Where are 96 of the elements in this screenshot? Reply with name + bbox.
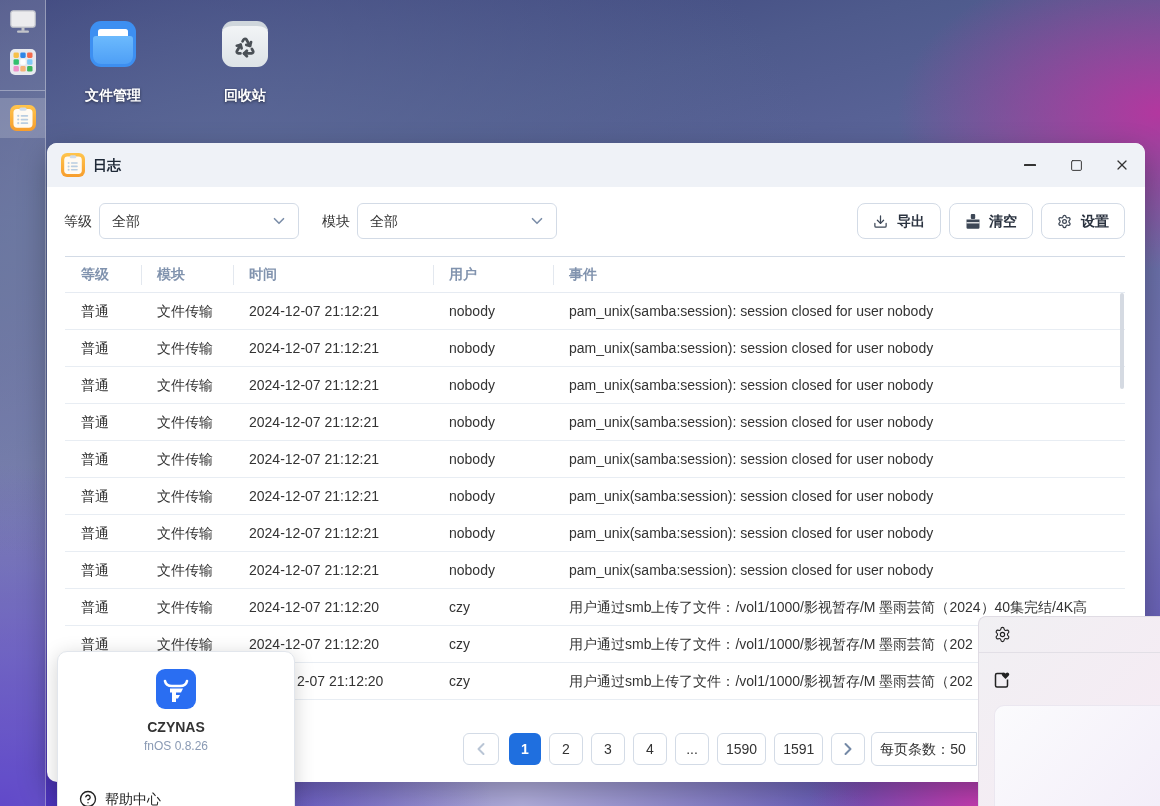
time-cell: 2024-12-07 21:12:20 <box>249 599 379 615</box>
page-button[interactable]: ... <box>675 733 709 765</box>
user-cell: nobody <box>449 525 495 541</box>
event-cell: 用户通过smb上传了文件：/vol1/1000/影视暂存/M 墨雨芸简（202 <box>569 673 973 689</box>
time-cell: 2024-12-07 21:12:21 <box>249 340 379 356</box>
user-cell: nobody <box>449 377 495 393</box>
page-button[interactable]: 3 <box>591 733 625 765</box>
device-name: CZYNAS <box>147 718 205 736</box>
page-button[interactable]: 1590 <box>717 733 767 765</box>
module-cell: 文件传输 <box>157 488 213 504</box>
level-cell: 普通 <box>81 303 109 319</box>
time-cell: 2024-12-07 21:12:21 <box>249 488 379 504</box>
user-cell: czy <box>449 636 470 652</box>
folder-icon[interactable] <box>90 21 136 67</box>
download-icon <box>873 213 888 229</box>
page-button[interactable]: 4 <box>633 733 667 765</box>
column-header: 事件 <box>569 265 597 284</box>
menu-item[interactable]: 帮助中心 <box>58 790 294 806</box>
level-cell: 普通 <box>81 340 109 356</box>
column-header: 用户 <box>449 265 477 284</box>
event-cell: 用户通过smb上传了文件：/vol1/1000/影视暂存/M 墨雨芸简（202 <box>569 636 973 652</box>
module-cell: 文件传输 <box>157 340 213 356</box>
level-cell: 普通 <box>81 562 109 578</box>
column-header: 等级 <box>81 265 109 284</box>
filter-label: 模块 <box>322 211 350 231</box>
clipboard-app-icon <box>61 153 85 177</box>
minimize-icon <box>1024 164 1036 166</box>
help-icon <box>79 790 97 806</box>
level-cell: 普通 <box>81 525 109 541</box>
user-cell: nobody <box>449 340 495 356</box>
time-cell: 2024-12-07 21:12:21 <box>249 525 379 541</box>
monitor-icon[interactable] <box>9 10 36 34</box>
time-cell: 2024-12-07 21:12:20 <box>249 636 379 652</box>
user-cell: nobody <box>449 303 495 319</box>
page-size-select[interactable]: 每页条数：50 <box>871 732 978 766</box>
user-cell: nobody <box>449 562 495 578</box>
level-cell: 普通 <box>81 451 109 467</box>
brush-icon <box>965 213 980 229</box>
filter-select[interactable]: 全部 <box>99 203 299 239</box>
time-cell: 2-07 21:12:20 <box>297 673 384 689</box>
module-cell: 文件传输 <box>157 451 213 467</box>
time-cell: 2024-12-07 21:12:21 <box>249 303 379 319</box>
event-cell: pam_unix(samba:session): session closed for user nobody <box>569 562 934 578</box>
heart-note-icon[interactable] <box>994 670 1010 688</box>
level-cell: 普通 <box>81 636 109 652</box>
module-cell: 文件传输 <box>157 599 213 615</box>
event-cell: pam_unix(samba:session): session closed for user nobody <box>569 340 934 356</box>
clipboard-app-icon[interactable] <box>9 105 36 131</box>
event-cell: pam_unix(samba:session): session closed for user nobody <box>569 525 934 541</box>
module-cell: 文件传输 <box>157 414 213 430</box>
page-button[interactable]: 1591 <box>774 733 824 765</box>
event-cell: pam_unix(samba:session): session closed for user nobody <box>569 488 934 504</box>
maximize-icon <box>1069 158 1083 172</box>
time-cell: 2024-12-07 21:12:21 <box>249 562 379 578</box>
column-header: 模块 <box>157 265 185 284</box>
level-cell: 普通 <box>81 488 109 504</box>
event-cell: pam_unix(samba:session): session closed for user nobody <box>569 377 934 393</box>
event-cell: pam_unix(samba:session): session closed for user nobody <box>569 451 934 467</box>
level-cell: 普通 <box>81 377 109 393</box>
time-cell: 2024-12-07 21:12:21 <box>249 451 379 467</box>
time-cell: 2024-12-07 21:12:21 <box>249 377 379 393</box>
user-cell: czy <box>449 673 470 689</box>
settings-icon[interactable] <box>994 626 1011 643</box>
event-cell: pam_unix(samba:session): session closed for user nobody <box>569 414 934 430</box>
user-cell: nobody <box>449 451 495 467</box>
desktop-icon-label[interactable]: 回收站 <box>224 86 266 104</box>
settings-button[interactable]: 设置 <box>1041 203 1125 239</box>
time-cell: 2024-12-07 21:12:21 <box>249 414 379 430</box>
scrollbar-thumb[interactable] <box>1120 293 1124 389</box>
module-cell: 文件传输 <box>157 562 213 578</box>
user-cell: nobody <box>449 414 495 430</box>
window-title: 日志 <box>93 155 121 175</box>
user-cell: czy <box>449 599 470 615</box>
column-header: 时间 <box>249 265 277 284</box>
module-cell: 文件传输 <box>157 525 213 541</box>
export-button[interactable]: 导出 <box>857 203 941 239</box>
event-cell: pam_unix(samba:session): session closed for user nobody <box>569 303 934 319</box>
level-cell: 普通 <box>81 414 109 430</box>
filter-select[interactable]: 全部 <box>357 203 557 239</box>
module-cell: 文件传输 <box>157 377 213 393</box>
recycle-bin-icon[interactable] <box>222 21 268 67</box>
app-grid-icon[interactable] <box>9 49 36 75</box>
version-text: fnOS 0.8.26 <box>143 738 208 754</box>
module-cell: 文件传输 <box>157 636 213 652</box>
module-cell: 文件传输 <box>157 303 213 319</box>
page-button[interactable]: 1 <box>509 733 541 765</box>
event-cell: 用户通过smb上传了文件：/vol1/1000/影视暂存/M 墨雨芸简（2024）40集完结/4K高 <box>569 599 1088 615</box>
taskbar-button[interactable] <box>0 98 45 138</box>
page-button[interactable]: 2 <box>549 733 583 765</box>
settings-icon <box>1057 213 1072 229</box>
user-cell: nobody <box>449 488 495 504</box>
level-cell: 普通 <box>81 599 109 615</box>
clear-button[interactable]: 清空 <box>949 203 1033 239</box>
filter-label: 等级 <box>64 211 92 231</box>
desktop-icon-label[interactable]: 文件管理 <box>85 86 141 104</box>
logo-icon <box>156 669 196 709</box>
